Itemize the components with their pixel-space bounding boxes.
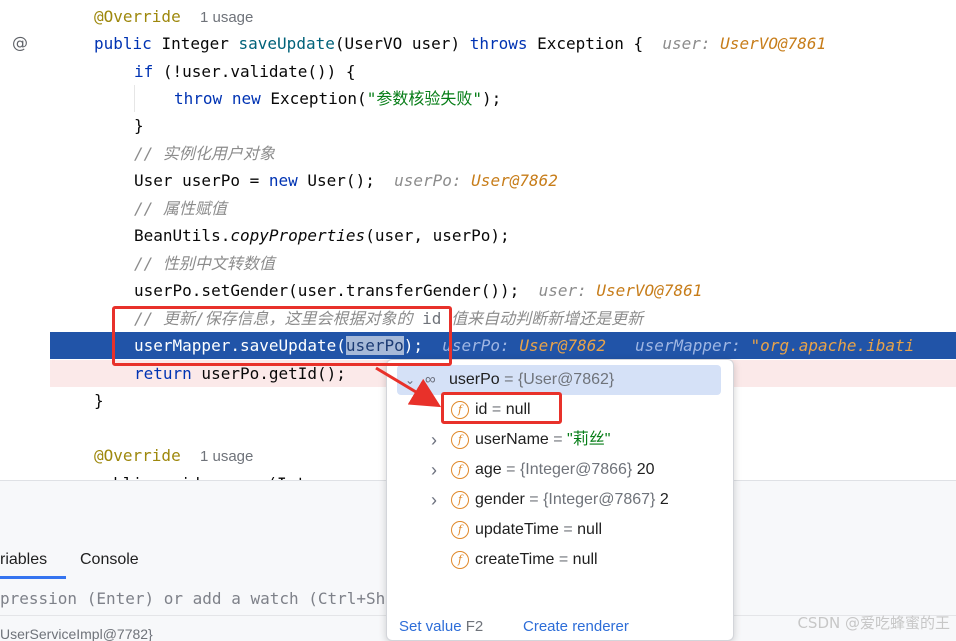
frame-item[interactable]: UserServiceImpl@7782} xyxy=(0,626,153,641)
active-tab-indicator xyxy=(0,576,66,579)
inline-debug-hint: user: xyxy=(538,281,587,300)
inline-debug-hint: user: xyxy=(662,34,711,53)
code-comment: // 属性赋值 xyxy=(134,199,227,218)
field-text: createTime = null xyxy=(475,551,598,568)
field-icon: f xyxy=(451,521,469,539)
field-row-createTime[interactable]: f createTime = null xyxy=(387,545,733,575)
field-icon: f xyxy=(451,461,469,479)
field-text: age = {Integer@7866} 20 xyxy=(475,461,655,478)
code-line: // 性别中文转数值 xyxy=(0,250,956,277)
code-line: public Integer saveUpdate(UserVO user) t… xyxy=(94,34,827,53)
field-row-updateTime[interactable]: f updateTime = null xyxy=(387,515,733,545)
usage-count[interactable]: 1 usage xyxy=(200,9,253,26)
code-comment: // 实例化用户对象 xyxy=(134,144,275,163)
code-line: // 实例化用户对象 xyxy=(0,140,956,167)
field-row-age[interactable]: › f age = {Integer@7866} 20 xyxy=(387,455,733,485)
chevron-down-icon[interactable]: ⌄ xyxy=(403,365,417,395)
override-annotation: @Override 1 usage xyxy=(94,7,254,26)
code-line: if (!user.validate()) { xyxy=(134,62,356,81)
code-line: userPo.setGender(user.transferGender());… xyxy=(134,281,703,300)
set-value-link[interactable]: Set value F2 xyxy=(399,613,483,640)
annotation-box-id xyxy=(441,392,562,424)
popup-footer: Set value F2 Create renderer xyxy=(387,613,733,640)
tab-variables[interactable]: riables xyxy=(0,541,47,579)
tab-console[interactable]: Console xyxy=(80,541,139,579)
code-line: } xyxy=(134,116,144,135)
code-line: throw new Exception("参数核验失败"); xyxy=(174,89,502,108)
method-name: saveUpdate xyxy=(238,34,335,53)
inline-debug-hint: userPo: xyxy=(442,336,510,355)
annotation-box-code xyxy=(112,306,452,366)
field-text: updateTime = null xyxy=(475,521,603,538)
glasses-icon: ∞ xyxy=(425,371,436,388)
code-comment: // 性别中文转数值 xyxy=(134,254,275,273)
chevron-right-icon[interactable]: › xyxy=(427,485,441,515)
code-line: // 属性赋值 xyxy=(0,195,956,222)
code-line: BeanUtils.copyProperties(user, userPo); xyxy=(134,226,510,245)
chevron-right-icon[interactable]: › xyxy=(427,425,441,455)
code-line: User userPo = new User(); userPo: User@7… xyxy=(134,171,558,190)
inline-debug-hint: userPo: xyxy=(394,171,462,190)
field-icon: f xyxy=(451,431,469,449)
chevron-right-icon[interactable]: › xyxy=(427,455,441,485)
field-icon: f xyxy=(451,491,469,509)
root-variable-row[interactable]: ⌄ ∞ userPo = {User@7862} xyxy=(397,365,721,395)
field-row-userName[interactable]: › f userName = "莉丝" xyxy=(387,425,733,455)
string-literal: "参数核验失败" xyxy=(366,89,482,108)
field-text: userName = "莉丝" xyxy=(475,431,611,448)
usage-count[interactable]: 1 usage xyxy=(200,448,253,465)
create-renderer-link[interactable]: Create renderer xyxy=(523,613,629,640)
field-text: gender = {Integer@7867} 2 xyxy=(475,491,669,508)
code-line: @Override 1 usage xyxy=(0,3,956,30)
watermark: CSDN @爱吃蜂蜜的王 xyxy=(797,614,950,632)
field-row-gender[interactable]: › f gender = {Integer@7867} 2 xyxy=(387,485,733,515)
field-icon: f xyxy=(451,551,469,569)
